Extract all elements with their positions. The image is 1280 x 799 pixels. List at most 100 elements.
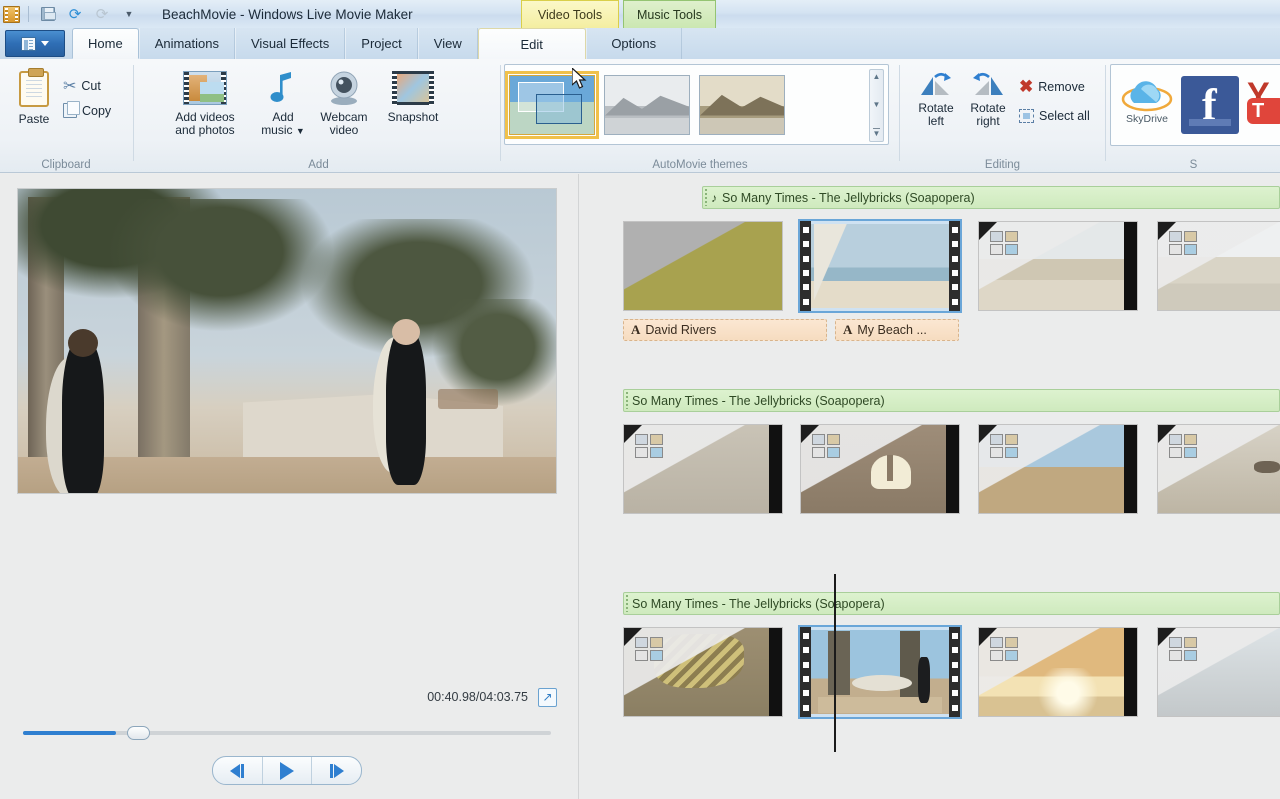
group-label-clipboard: Clipboard bbox=[41, 159, 91, 171]
storyboard-clip[interactable] bbox=[1157, 627, 1280, 717]
theme-item-1[interactable] bbox=[604, 74, 690, 135]
music-track-bar[interactable]: ♪ So Many Times - The Jellybricks (Soapo… bbox=[702, 186, 1280, 209]
ribbon-group-automovie-themes: ▲ ▼ ▼ AutoMovie themes bbox=[502, 59, 898, 173]
theme-item-2[interactable] bbox=[699, 74, 785, 135]
next-icon bbox=[333, 763, 344, 778]
tab-animations[interactable]: Animations bbox=[138, 28, 235, 59]
storyboard-clip[interactable] bbox=[978, 221, 1138, 311]
clip-title-label: My Beach ... bbox=[857, 323, 927, 337]
copy-label: Copy bbox=[82, 103, 112, 118]
add-videos-icon bbox=[183, 71, 227, 105]
gallery-more-icon[interactable]: ▼ bbox=[872, 128, 881, 138]
group-label-automovie-themes: AutoMovie themes bbox=[652, 159, 748, 171]
paste-label: Paste bbox=[18, 112, 50, 126]
storyboard-row: ♪ So Many Times - The Jellybricks (Soapo… bbox=[579, 186, 1280, 376]
tab-visual-effects[interactable]: Visual Effects bbox=[235, 28, 346, 59]
select-all-button[interactable]: Select all bbox=[1019, 109, 1090, 123]
preview-time-row: 00:40.98/04:03.75 ↗ bbox=[17, 686, 557, 708]
rotate-left-icon bbox=[921, 72, 951, 95]
storyboard-panel[interactable]: ♪ So Many Times - The Jellybricks (Soapo… bbox=[579, 174, 1280, 799]
storyboard-row: So Many Times - The Jellybricks (Soapope… bbox=[579, 389, 1280, 579]
storyboard-clip[interactable] bbox=[1157, 221, 1280, 311]
tab-options[interactable]: Options bbox=[585, 28, 682, 59]
music-track-bar[interactable]: So Many Times - The Jellybricks (Soapope… bbox=[623, 389, 1280, 412]
chevron-down-icon bbox=[41, 41, 49, 46]
contextual-header-video-tools: Video Tools bbox=[521, 0, 619, 28]
film-strip-icon[interactable] bbox=[3, 5, 20, 23]
webcam-video-button[interactable]: Webcam video bbox=[310, 71, 378, 137]
add-videos-and-photos-button[interactable]: Add videos and photos bbox=[156, 71, 254, 137]
close-icon: ✖ bbox=[1019, 77, 1034, 96]
storyboard-clip[interactable] bbox=[798, 625, 962, 719]
ribbon-tab-strip: Home Animations Visual Effects Project V… bbox=[0, 28, 1280, 89]
customize-dropdown-icon[interactable]: ▼ bbox=[118, 3, 140, 25]
add-music-label-line2: music ▼ bbox=[261, 123, 305, 137]
next-frame-button[interactable] bbox=[311, 757, 361, 784]
video-preview[interactable] bbox=[17, 188, 557, 494]
storyboard-clip[interactable] bbox=[623, 424, 783, 514]
music-note-icon bbox=[270, 72, 291, 102]
play-button[interactable] bbox=[261, 757, 312, 784]
seek-progress bbox=[23, 731, 116, 735]
rotate-left-button[interactable]: Rotate left bbox=[908, 71, 964, 128]
cut-button[interactable]: ✂ Cut bbox=[63, 76, 101, 96]
snapshot-button[interactable]: Snapshot bbox=[380, 71, 446, 124]
storyboard-clip[interactable] bbox=[978, 627, 1138, 717]
previous-frame-button[interactable] bbox=[213, 757, 262, 784]
group-label-editing: Editing bbox=[984, 159, 1021, 171]
contextual-tool-headers: Video Tools Music Tools bbox=[521, 0, 716, 28]
playhead-indicator[interactable] bbox=[834, 574, 836, 752]
ribbon-group-add: Add videos and photos Add music ▼ Webcam… bbox=[134, 59, 621, 173]
clip-title-card[interactable]: A My Beach ... bbox=[835, 319, 959, 341]
scroll-down-icon[interactable]: ▼ bbox=[873, 100, 881, 109]
share-gallery[interactable]: SkyDrive f Y T bbox=[1110, 64, 1280, 146]
automovie-theme-gallery[interactable]: ▲ ▼ ▼ bbox=[504, 64, 889, 145]
storyboard-clip[interactable] bbox=[623, 221, 783, 311]
storyboard-clip[interactable] bbox=[623, 627, 783, 717]
storyboard-clip[interactable] bbox=[1157, 424, 1280, 514]
tab-edit[interactable]: Edit bbox=[477, 28, 586, 59]
add-videos-label-line2: and photos bbox=[175, 123, 235, 137]
skydrive-icon bbox=[1121, 81, 1173, 112]
storyboard-clip[interactable] bbox=[978, 424, 1138, 514]
facebook-icon[interactable]: f bbox=[1181, 76, 1239, 134]
clip-title-card[interactable]: A David Rivers bbox=[623, 319, 827, 341]
copy-button[interactable]: Copy bbox=[63, 101, 112, 118]
seek-thumb[interactable] bbox=[127, 726, 150, 740]
undo-icon[interactable]: ⟲ bbox=[64, 3, 86, 25]
tab-view[interactable]: View bbox=[417, 28, 478, 59]
rotate-right-button[interactable]: Rotate right bbox=[960, 71, 1016, 128]
file-menu-button[interactable] bbox=[5, 30, 65, 57]
youtube-icon[interactable]: Y T bbox=[1247, 76, 1280, 134]
copy-icon bbox=[63, 101, 80, 118]
skydrive-button[interactable]: SkyDrive bbox=[1121, 77, 1173, 133]
scroll-up-icon[interactable]: ▲ bbox=[873, 73, 881, 81]
expand-fullscreen-icon[interactable]: ↗ bbox=[538, 687, 557, 707]
storyboard-clip[interactable] bbox=[798, 219, 962, 313]
add-music-button[interactable]: Add music ▼ bbox=[254, 71, 312, 138]
file-menu-icon bbox=[21, 36, 36, 51]
remove-button[interactable]: ✖ Remove bbox=[1019, 77, 1085, 97]
play-icon bbox=[280, 761, 294, 780]
music-track-label: So Many Times - The Jellybricks (Soapope… bbox=[722, 190, 975, 205]
save-icon[interactable] bbox=[37, 3, 59, 25]
main-content: 00:40.98/04:03.75 ↗ ♪ So Many Times - Th… bbox=[0, 174, 1280, 799]
quick-access-toolbar: ⟲ ⟳ ▼ bbox=[0, 0, 140, 28]
title-bar: ⟲ ⟳ ▼ BeachMovie - Windows Live Movie Ma… bbox=[0, 0, 1280, 28]
paste-button[interactable]: Paste bbox=[10, 68, 58, 126]
group-label-add: Add bbox=[308, 159, 329, 171]
storyboard-row: So Many Times - The Jellybricks (Soapope… bbox=[579, 574, 1280, 782]
seek-slider[interactable] bbox=[23, 726, 551, 740]
storyboard-clip[interactable] bbox=[800, 424, 960, 514]
tab-home[interactable]: Home bbox=[72, 28, 139, 59]
ribbon-group-editing: Rotate left Rotate right ✖ Remove Select… bbox=[901, 59, 1104, 173]
rotate-left-label-line2: left bbox=[927, 114, 944, 128]
music-track-bar[interactable]: So Many Times - The Jellybricks (Soapope… bbox=[623, 592, 1280, 615]
music-note-icon: ♪ bbox=[711, 190, 717, 205]
movie-maker-window: ⟲ ⟳ ▼ BeachMovie - Windows Live Movie Ma… bbox=[0, 0, 1280, 799]
tab-list: Home Animations Visual Effects Project V… bbox=[72, 28, 682, 59]
ribbon-group-clipboard: Paste ✂ Cut Copy Clipboard bbox=[0, 59, 132, 173]
theme-gallery-scrollbar[interactable]: ▲ ▼ ▼ bbox=[869, 69, 884, 142]
tab-project[interactable]: Project bbox=[345, 28, 418, 59]
cut-label: Cut bbox=[81, 79, 101, 93]
